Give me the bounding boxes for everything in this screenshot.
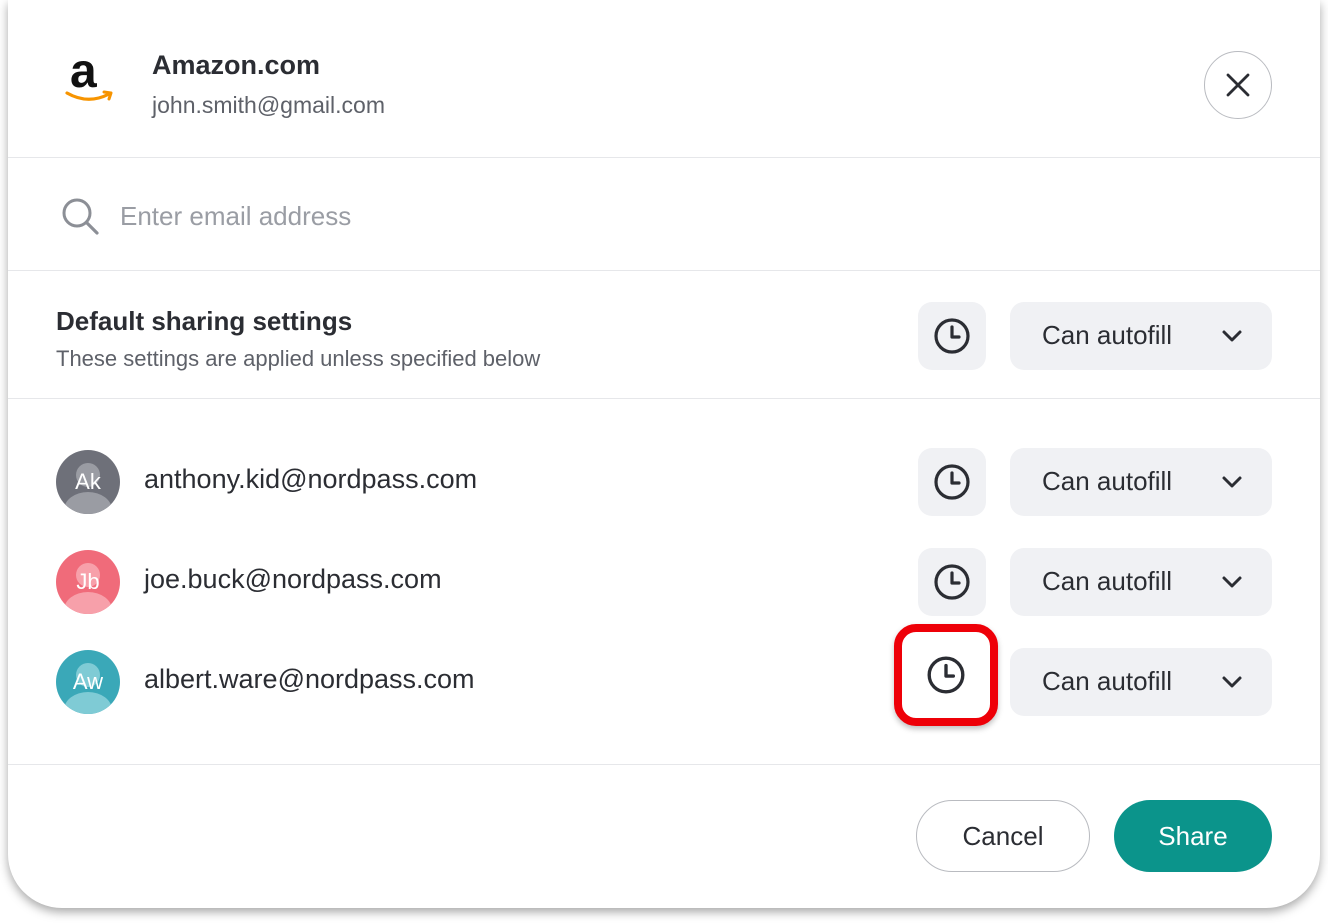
share-dialog: a Amazon.com john.smith@gmail.com Defaul…: [8, 0, 1320, 908]
expiry-button[interactable]: [918, 548, 986, 616]
account-email: john.smith@gmail.com: [152, 92, 385, 118]
default-settings-subtitle: These settings are applied unless specif…: [56, 346, 541, 371]
avatar-initials: Ak: [75, 469, 101, 494]
shared-users-list: Ak anthony.kid@nordpass.com Can autofill: [8, 400, 1320, 765]
email-search-input[interactable]: [120, 189, 820, 243]
dialog-footer: Cancel Share: [8, 766, 1320, 908]
avatar-initials: Aw: [72, 669, 104, 694]
chevron-down-icon: [1222, 330, 1242, 342]
clock-icon: [927, 656, 965, 694]
list-item: Jb joe.buck@nordpass.com Can autofill: [8, 542, 1320, 622]
email-search-row: [8, 159, 1320, 271]
share-button[interactable]: Share: [1114, 800, 1272, 872]
avatar: Ak: [56, 450, 120, 514]
list-item: Aw albert.ware@nordpass.com Can autofill: [8, 642, 1320, 722]
list-item: Ak anthony.kid@nordpass.com Can autofill: [8, 442, 1320, 522]
permission-select[interactable]: Can autofill: [1010, 648, 1272, 716]
permission-select[interactable]: Can autofill: [1010, 448, 1272, 516]
user-email: joe.buck@nordpass.com: [144, 564, 442, 594]
chevron-down-icon: [1222, 476, 1242, 488]
default-permission-select[interactable]: Can autofill: [1010, 302, 1272, 370]
amazon-smile-icon: [65, 90, 113, 101]
expiry-button-highlighted[interactable]: [894, 624, 998, 726]
permission-select[interactable]: Can autofill: [1010, 548, 1272, 616]
close-icon: [1226, 73, 1250, 97]
chevron-down-icon: [1222, 676, 1242, 688]
close-button[interactable]: [1204, 51, 1272, 119]
permission-label: Can autofill: [1042, 320, 1173, 350]
user-email: anthony.kid@nordpass.com: [144, 464, 478, 494]
permission-label: Can autofill: [1042, 566, 1173, 596]
avatar: Jb: [56, 550, 120, 614]
clock-icon: [934, 564, 970, 600]
site-title: Amazon.com: [152, 50, 321, 80]
permission-label: Can autofill: [1042, 466, 1173, 496]
expiry-button[interactable]: [918, 448, 986, 516]
user-email: albert.ware@nordpass.com: [144, 664, 475, 694]
search-icon: [62, 198, 99, 235]
dialog-header: a Amazon.com john.smith@gmail.com: [8, 0, 1320, 158]
amazon-logo: a: [60, 45, 118, 114]
default-expiry-button[interactable]: [918, 302, 986, 370]
default-settings-title: Default sharing settings: [56, 306, 353, 336]
avatar: Aw: [56, 650, 120, 714]
clock-icon: [934, 318, 970, 354]
default-sharing-settings: Default sharing settings These settings …: [8, 272, 1320, 399]
permission-label: Can autofill: [1042, 666, 1173, 696]
chevron-down-icon: [1222, 576, 1242, 588]
cancel-button[interactable]: Cancel: [916, 800, 1090, 872]
avatar-initials: Jb: [76, 569, 100, 594]
clock-icon: [934, 464, 970, 500]
